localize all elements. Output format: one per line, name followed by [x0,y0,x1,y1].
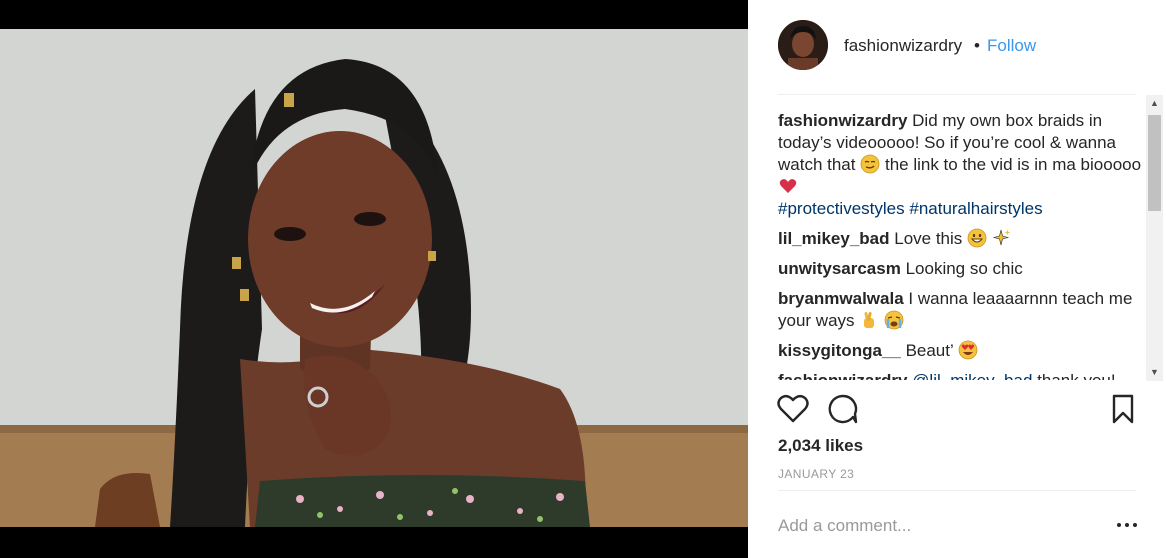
sparkles-emoji-icon [992,229,1011,246]
comments-scrollbar[interactable]: ▲ ▼ [1146,95,1163,381]
smirk-emoji-icon [860,154,880,174]
follow-button[interactable]: Follow [987,36,1036,56]
caption-username[interactable]: fashionwizardry [778,111,907,130]
comment-username[interactable]: lil_mikey_bad [778,229,890,248]
crying-emoji-icon [884,310,904,330]
post-header: fashionwizardry • Follow [748,0,1166,92]
crossed-fingers-emoji-icon [864,312,875,328]
heart-eyes-emoji-icon [958,340,978,360]
post-actions [748,390,1166,430]
post-date[interactable]: JANUARY 23 [778,467,854,481]
header-separator: • [974,36,980,55]
more-options-icon[interactable] [1114,515,1140,535]
grin-emoji-icon [967,228,987,248]
comment-username[interactable]: kissygitonga__ [778,341,901,360]
comment-item: kissygitonga__ Beaut’ [778,340,1144,362]
add-comment-input[interactable] [778,512,1098,540]
caption-text-2: the link to the vid is in ma biooooo [884,155,1142,174]
comment-username[interactable]: bryanmwalwala [778,289,904,308]
comment-item: lil_mikey_bad Love this [778,228,1144,250]
scroll-down-icon[interactable]: ▼ [1146,364,1163,381]
post-media [0,0,748,558]
comment-item: fashionwizardry @lil_mikey_bad thank you… [778,370,1144,380]
hashtag-protectivestyles[interactable]: #protectivestyles [778,199,905,218]
comment-item: bryanmwalwala I wanna leaaaarnnn teach m… [778,288,1144,332]
heart-icon[interactable] [776,392,810,426]
comment-icon[interactable] [826,392,860,426]
scrollbar-thumb[interactable] [1148,115,1161,211]
likes-count[interactable]: 2,034 likes [778,436,863,456]
post-author-username[interactable]: fashionwizardry [844,36,962,56]
comment-text: Love this [894,229,963,248]
comment-username[interactable]: fashionwizardry [778,371,907,380]
bookmark-icon[interactable] [1106,392,1140,426]
post-photo[interactable] [0,29,748,527]
caption: fashionwizardry Did my own box braids in… [778,110,1144,220]
heart-emoji-icon [779,179,797,193]
post-panel: fashionwizardry • Follow fashionwizardry… [748,0,1166,558]
scroll-up-icon[interactable]: ▲ [1146,95,1163,112]
hashtag-naturalhairstyles[interactable]: #naturalhairstyles [909,199,1042,218]
comment-item: unwitysarcasm Looking so chic [778,258,1144,280]
header-divider [778,94,1136,95]
avatar-image [778,20,828,70]
comment-mention[interactable]: @lil_mikey_bad [912,371,1032,380]
comments-list: fashionwizardry Did my own box braids in… [778,110,1144,380]
comment-username[interactable]: unwitysarcasm [778,259,901,278]
comment-text: thank you! [1037,371,1115,380]
portrait-illustration [0,29,748,527]
comment-divider [778,490,1136,491]
avatar[interactable] [778,20,828,70]
comment-text: Looking so chic [905,259,1023,278]
comment-text: Beaut’ [905,341,954,360]
